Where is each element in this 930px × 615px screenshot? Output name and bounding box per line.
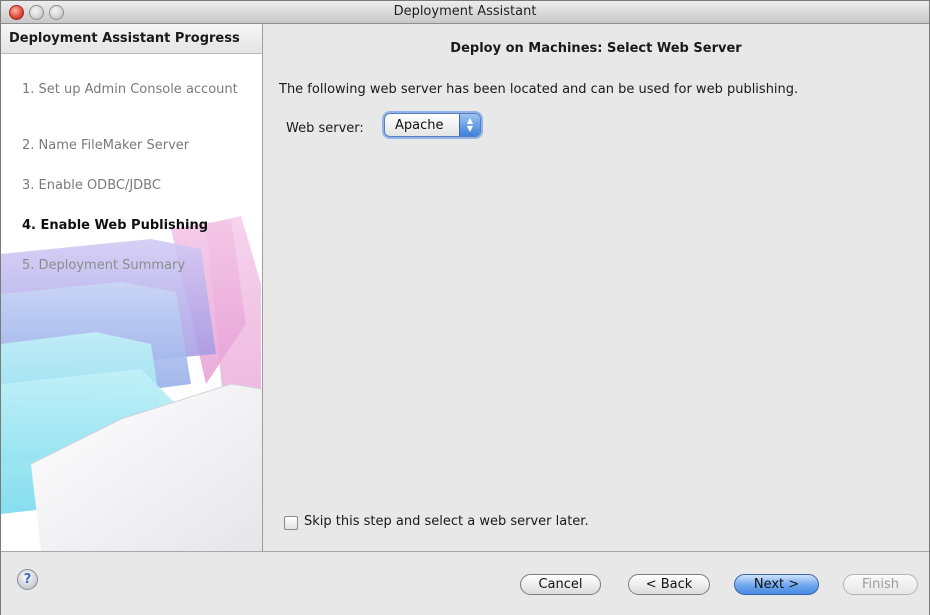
back-button[interactable]: < Back	[628, 574, 710, 595]
step-4-web-publishing: 4. Enable Web Publishing	[22, 218, 209, 233]
main-panel: Deploy on Machines: Select Web Server Th…	[263, 24, 929, 551]
progress-header: Deployment Assistant Progress	[1, 24, 262, 54]
next-button[interactable]: Next >	[734, 574, 819, 595]
folder-tabs-illustration	[1, 216, 262, 551]
cancel-button[interactable]: Cancel	[520, 574, 601, 595]
web-server-selected: Apache	[395, 118, 444, 133]
button-bar: ? Cancel < Back Next > Finish	[1, 551, 929, 615]
close-window-button[interactable]	[9, 5, 24, 20]
page-title: Deploy on Machines: Select Web Server	[450, 41, 742, 56]
skip-step-checkbox[interactable]	[284, 516, 298, 530]
deployment-assistant-window: Deployment Assistant Deployment Assistan…	[0, 0, 930, 615]
help-icon[interactable]: ?	[17, 569, 38, 590]
zoom-window-button[interactable]	[49, 5, 64, 20]
step-2-name-server: 2. Name FileMaker Server	[22, 138, 190, 153]
title-bar: Deployment Assistant	[1, 1, 929, 24]
description-text: The following web server has been locate…	[279, 82, 799, 97]
step-5-deployment-summary: 5. Deployment Summary	[22, 258, 186, 273]
step-1-admin-console: 1. Set up Admin Console account	[22, 82, 238, 97]
finish-button[interactable]: Finish	[843, 574, 918, 595]
skip-step-label[interactable]: Skip this step and select a web server l…	[304, 514, 589, 529]
web-server-label: Web server:	[286, 121, 364, 136]
minimize-window-button[interactable]	[29, 5, 44, 20]
web-server-popup[interactable]: Apache ▲ ▼	[384, 113, 481, 137]
updown-arrows-icon: ▲ ▼	[459, 114, 480, 136]
step-3-odbc-jdbc: 3. Enable ODBC/JDBC	[22, 178, 161, 193]
window-title: Deployment Assistant	[393, 4, 537, 19]
progress-sidebar: Deployment Assistant Progress 1. Set up …	[1, 24, 263, 551]
